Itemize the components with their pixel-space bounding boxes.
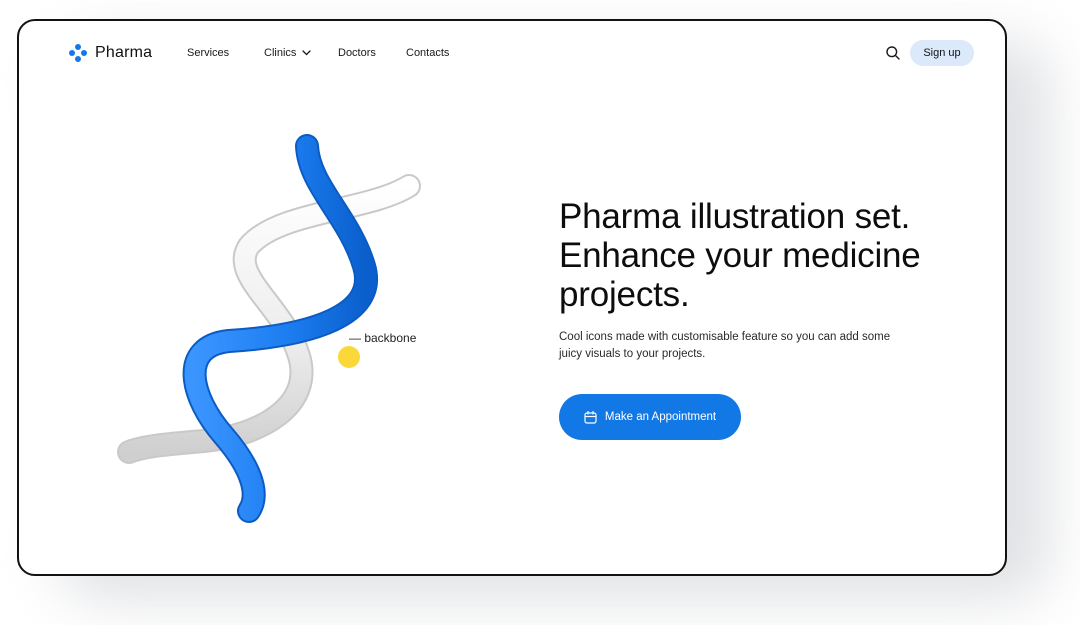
hero-subtitle: Cool icons made with customisable featur…	[559, 331, 891, 360]
brand-name: Pharma	[95, 44, 153, 61]
backbone-callout: — backbone	[349, 331, 417, 345]
signup-button[interactable]: Sign up	[910, 40, 974, 66]
nav-contacts-label: Contacts	[406, 47, 450, 59]
nav-services[interactable]: Services	[187, 47, 229, 59]
backbone-marker	[338, 346, 360, 368]
make-appointment-button[interactable]: Make an Appointment	[559, 394, 741, 440]
brand-logo[interactable]: Pharma	[69, 43, 152, 63]
hero-title: Pharma illustration set. Enhance your me…	[559, 197, 921, 314]
browser-frame: Pharma Services Clinics Doctors Contacts…	[17, 19, 1007, 576]
calendar-icon	[584, 410, 597, 424]
nav-doctors[interactable]: Doctors	[338, 47, 376, 59]
dna-backbone-illustration	[117, 134, 421, 523]
cta-label: Make an Appointment	[604, 411, 717, 423]
nav-clinics-label: Clinics	[264, 47, 297, 59]
chevron-down-icon	[302, 47, 312, 59]
nav-doctors-label: Doctors	[338, 47, 376, 59]
search-icon[interactable]	[885, 45, 901, 61]
nav-clinics[interactable]: Clinics	[264, 47, 312, 59]
pharma-logo-icon	[69, 44, 87, 62]
nav-services-label: Services	[187, 47, 230, 59]
nav-contacts[interactable]: Contacts	[406, 47, 449, 59]
